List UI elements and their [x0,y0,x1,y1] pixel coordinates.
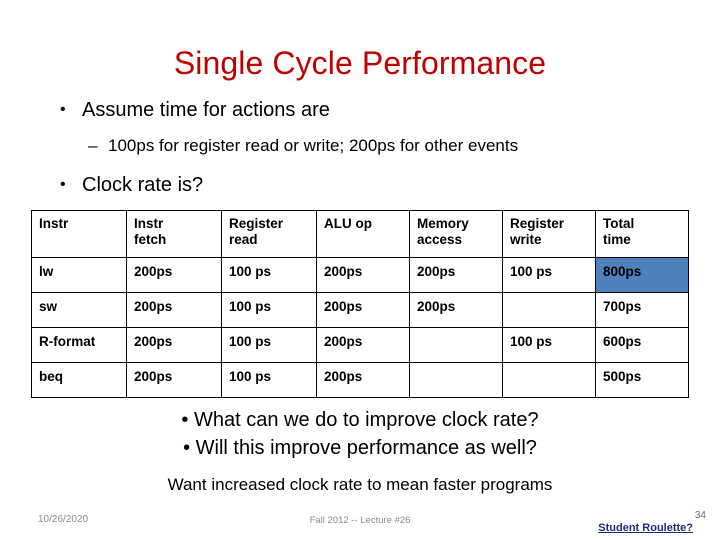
table-cell: 500ps [595,362,689,398]
column-header-register-read: Register read [221,210,317,258]
table-cell: 200ps [316,362,410,398]
column-header-total-time-line1: Total [603,216,635,231]
table-cell: 200ps [316,257,410,293]
table-row: sw 200ps 100 ps 200ps 200ps 700ps [31,292,689,328]
column-header-instr-fetch-line1: Instr [134,216,164,231]
table-cell [409,362,503,398]
bullet-assume-time-label: Assume time for actions are [82,99,330,121]
table-cell-highlighted: 800ps [595,257,689,293]
bullet-marker-icon: • [183,437,191,459]
table-cell: beq [31,362,127,398]
column-header-memory-access: Memory access [409,210,503,258]
page-title: Single Cycle Performance [173,45,547,81]
table-cell: 200ps [316,292,410,328]
bullet-clock-rate-question-label: Clock rate is? [82,174,204,196]
table-row: beq 200ps 100 ps 200ps 500ps [31,362,689,398]
column-header-instr-fetch-line2: fetch [134,232,167,247]
bullet-improve-performance-label: Will this improve performance as well? [195,437,537,459]
table-header-row: Instr Instr fetch Register read ALU op M… [31,210,689,258]
table-cell: 100 ps [221,292,317,328]
table-cell: 200ps [126,292,222,328]
bullet-dash-icon: – [88,136,98,155]
column-header-alu-op-line1: ALU op [324,216,372,231]
table-cell: 200ps [409,257,503,293]
column-header-total-time: Total time [595,210,689,258]
column-header-register-write: Register write [502,210,596,258]
table-cell: 200ps [126,362,222,398]
table-cell [502,292,596,328]
table-cell: R-format [31,327,127,363]
table-cell: 200ps [126,257,222,293]
table-cell: 200ps [409,292,503,328]
bullet-marker-icon: • [60,101,66,118]
table-cell: 200ps [316,327,410,363]
column-header-register-read-line1: Register [229,216,284,231]
bullet-clock-rate-question: • Clock rate is? [60,172,203,198]
bullet-improve-performance: • Will this improve performance as well? [0,435,720,462]
table-cell: 100 ps [502,327,596,363]
column-header-memory-access-line2: access [417,232,463,247]
slide-canvas: Single Cycle Performance • Assume time fo… [0,0,720,540]
bullet-improve-clock-rate: • What can we do to improve clock rate? [0,407,720,434]
table-cell: 100 ps [221,257,317,293]
bullet-improve-clock-rate-label: What can we do to improve clock rate? [193,409,539,431]
column-header-register-write-line2: write [510,232,542,247]
bullet-marker-icon: • [60,176,66,193]
column-header-instr-fetch: Instr fetch [126,210,222,258]
bullet-timing-detail-label: 100ps for register read or write; 200ps … [108,136,519,155]
table-cell: 100 ps [221,327,317,363]
column-header-alu-op: ALU op [316,210,410,258]
table-row: lw 200ps 100 ps 200ps 200ps 100 ps 800ps [31,257,689,293]
bottom-note: Want increased clock rate to mean faster… [167,475,553,494]
single-cycle-performance-table: Instr Instr fetch Register read ALU op M… [31,210,689,398]
table-cell: 700ps [595,292,689,328]
table-row: R-format 200ps 100 ps 200ps 100 ps 600ps [31,327,689,363]
bullet-marker-icon: • [181,409,189,431]
page-number: 34 [694,510,706,521]
student-roulette-link[interactable]: Student Roulette? [598,522,693,534]
column-header-instr-line1: Instr [39,216,69,231]
table-cell: 100 ps [502,257,596,293]
bullet-timing-detail: –100ps for register read or write; 200ps… [88,135,518,157]
table-cell [409,327,503,363]
column-header-register-write-line1: Register [510,216,565,231]
column-header-memory-access-line1: Memory [417,216,469,231]
table-cell: 200ps [126,327,222,363]
table-cell: sw [31,292,127,328]
table-cell: 600ps [595,327,689,363]
column-header-register-read-line2: read [229,232,258,247]
column-header-total-time-line2: time [603,232,631,247]
bullet-assume-time: • Assume time for actions are [60,97,330,123]
table-cell: 100 ps [221,362,317,398]
table-cell [502,362,596,398]
column-header-instr: Instr [31,210,127,258]
table-cell: lw [31,257,127,293]
